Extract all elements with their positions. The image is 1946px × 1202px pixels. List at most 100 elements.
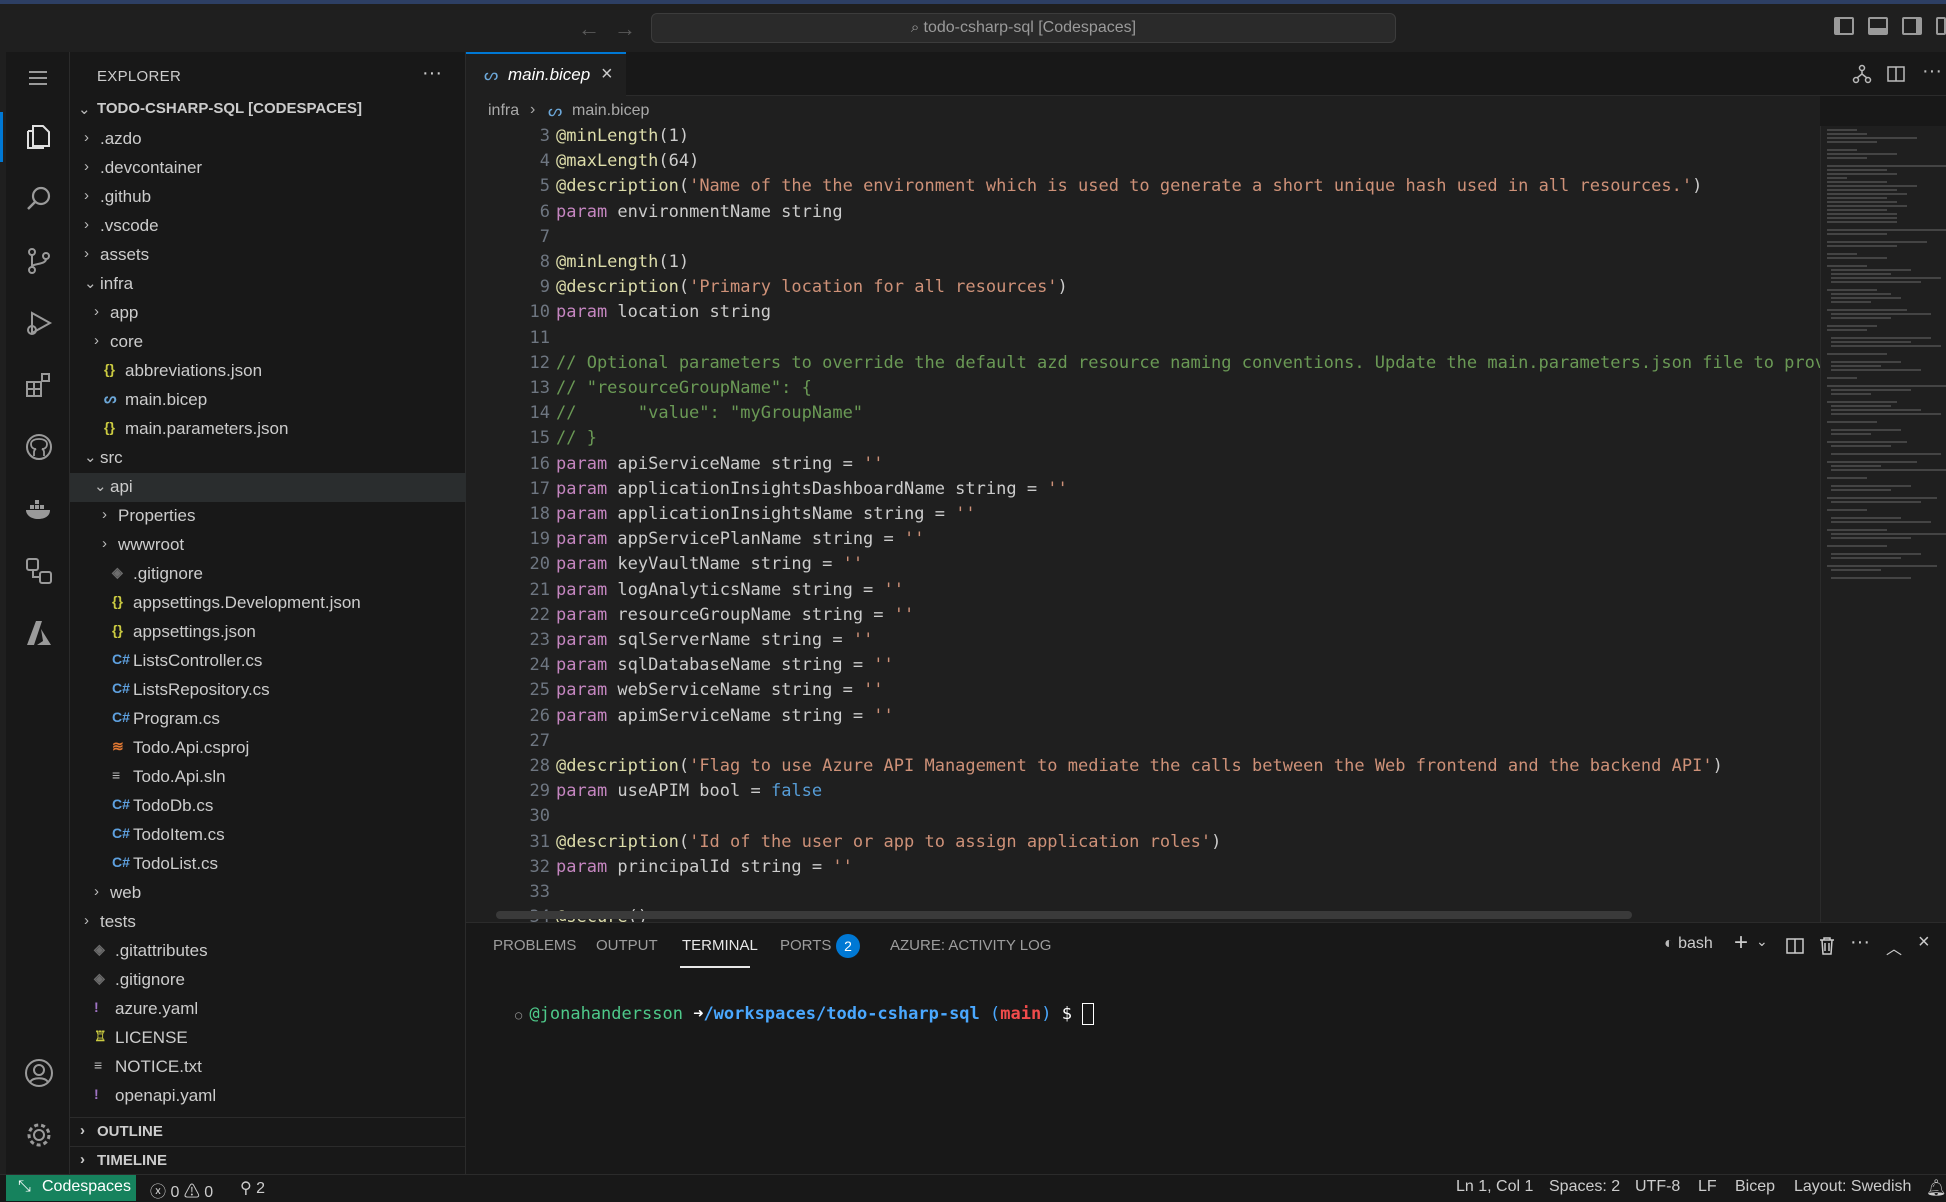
docker-icon[interactable] — [24, 494, 52, 522]
keyboard-layout[interactable]: Layout: Swedish — [1794, 1178, 1911, 1196]
extensions-icon[interactable] — [24, 370, 52, 398]
menu-icon[interactable] — [24, 64, 52, 92]
toggle-secondary-sidebar-icon[interactable] — [1902, 17, 1922, 35]
tree-file[interactable]: ≡ Todo.Api.sln — [70, 763, 466, 792]
tree-file[interactable]: ! azure.yaml — [70, 995, 466, 1024]
tree-folder[interactable]: › tests — [70, 908, 466, 937]
tree-folder[interactable]: ⌄ infra — [70, 270, 466, 299]
tree-file[interactable]: ≋ Todo.Api.csproj — [70, 734, 466, 763]
panel-more-icon[interactable]: ··· — [1850, 931, 1870, 954]
command-center-search[interactable]: ⌕ todo-csharp-sql [Codespaces] — [651, 13, 1396, 43]
tree-folder[interactable]: › core — [70, 328, 466, 357]
chevron-down-icon[interactable]: ⌄ — [1756, 933, 1768, 950]
chevron-down-icon: ⌄ — [94, 478, 107, 495]
tree-folder[interactable]: ⌄ api — [70, 473, 466, 502]
gear-icon[interactable] — [24, 1120, 52, 1148]
tab-azure-activity-log[interactable]: AZURE: ACTIVITY LOG — [890, 937, 1051, 954]
search-icon[interactable] — [24, 184, 52, 212]
outline-section[interactable]: › OUTLINE — [70, 1117, 466, 1146]
arrow-left-icon[interactable]: ← — [578, 16, 600, 42]
forwarded-ports-indicator[interactable]: ⚲ 2 — [240, 1178, 265, 1198]
tree-file[interactable]: ♖ LICENSE — [70, 1024, 466, 1053]
code-editor[interactable]: 3 @minLength(1) 4 @maxLength(64) 5 @descripti… — [466, 126, 1820, 922]
tree-folder[interactable]: › web — [70, 879, 466, 908]
json-file-icon: {} — [112, 593, 123, 609]
tree-file[interactable]: C# ListsRepository.cs — [70, 676, 466, 705]
close-panel-icon[interactable]: × — [1918, 931, 1930, 954]
encoding[interactable]: UTF-8 — [1635, 1178, 1680, 1196]
cursor-position[interactable]: Ln 1, Col 1 — [1456, 1178, 1533, 1196]
tab-problems[interactable]: PROBLEMS — [493, 937, 576, 954]
workspace-root[interactable]: ⌄ TODO-CSHARP-SQL [CODESPACES] — [70, 96, 466, 125]
tree-folder[interactable]: ⌄ src — [70, 444, 466, 473]
arrow-right-icon[interactable]: → — [614, 16, 636, 42]
tab-main-bicep[interactable]: ᔕ main.bicep × — [466, 52, 626, 96]
tree-file[interactable]: C# ListsController.cs — [70, 647, 466, 676]
tree-file[interactable]: ◈ .gitattributes — [70, 937, 466, 966]
problems-indicator[interactable]: ⓧ 0 ⚠ 0 — [150, 1178, 213, 1202]
tree-file[interactable]: ! openapi.yaml — [70, 1082, 466, 1111]
github-icon[interactable] — [24, 432, 52, 460]
indentation[interactable]: Spaces: 2 — [1549, 1178, 1620, 1196]
tree-file[interactable]: C# TodoDb.cs — [70, 792, 466, 821]
split-terminal-icon[interactable] — [1786, 937, 1804, 960]
source-control-icon[interactable] — [24, 246, 52, 274]
breadcrumb-folder[interactable]: infra — [488, 102, 519, 120]
tree-file[interactable]: ᔕ main.bicep — [70, 386, 466, 415]
tree-folder[interactable]: › assets — [70, 241, 466, 270]
tree-folder[interactable]: › wwwroot — [70, 531, 466, 560]
language-mode[interactable]: Bicep — [1735, 1178, 1775, 1196]
warning-icon: ⚠ — [183, 1184, 200, 1201]
toggle-primary-sidebar-icon[interactable] — [1834, 17, 1854, 35]
editor-more-icon[interactable]: ··· — [1922, 60, 1942, 83]
tree-folder[interactable]: › .azdo — [70, 125, 466, 154]
terminal-shell-selector[interactable]: ◐ bash — [1664, 935, 1713, 953]
new-terminal-icon[interactable]: + — [1734, 929, 1748, 957]
tree-file[interactable]: {} abbreviations.json — [70, 357, 466, 386]
remote-explorer-icon[interactable] — [24, 556, 52, 584]
tree-folder[interactable]: › Properties — [70, 502, 466, 531]
tree-file[interactable]: C# TodoItem.cs — [70, 821, 466, 850]
tree-folder[interactable]: › .devcontainer — [70, 154, 466, 183]
trash-icon[interactable] — [1818, 936, 1836, 961]
tree-file[interactable]: ◈ .gitignore — [70, 560, 466, 589]
tab-ports[interactable]: PORTS — [780, 937, 831, 954]
tree-file[interactable]: ◈ .gitignore — [70, 966, 466, 995]
source-control-graph-icon[interactable] — [1852, 64, 1872, 89]
azure-icon[interactable] — [24, 618, 52, 646]
breadcrumb-file[interactable]: main.bicep — [572, 102, 649, 120]
minimap[interactable] — [1820, 126, 1946, 922]
tree-file[interactable]: {} appsettings.json — [70, 618, 466, 647]
tree-folder[interactable]: › .github — [70, 183, 466, 212]
run-debug-icon[interactable] — [24, 308, 53, 336]
line-number: 26 — [529, 705, 550, 726]
toggle-panel-icon[interactable] — [1868, 17, 1888, 35]
end-of-line[interactable]: LF — [1698, 1178, 1717, 1196]
tree-folder[interactable]: › .vscode — [70, 212, 466, 241]
maximize-panel-icon[interactable]: ︿ — [1886, 935, 1902, 959]
remote-indicator[interactable]: ⤡ Codespaces — [6, 1175, 136, 1201]
code-token: param — [556, 680, 608, 701]
tree-file[interactable]: {} main.parameters.json — [70, 415, 466, 444]
active-indicator — [0, 112, 3, 162]
tree-file[interactable]: C# TodoList.cs — [70, 850, 466, 879]
tree-folder[interactable]: › app — [70, 299, 466, 328]
line-number: 23 — [529, 630, 550, 650]
horizontal-scrollbar[interactable] — [496, 911, 1632, 919]
explorer-icon[interactable] — [24, 122, 52, 150]
tree-file[interactable]: {} appsettings.Development.json — [70, 589, 466, 618]
tree-file[interactable]: C# Program.cs — [70, 705, 466, 734]
code-text: param useAPIM bool = false — [556, 781, 822, 801]
close-icon[interactable]: × — [601, 63, 613, 86]
bell-icon[interactable]: 🔔︎ — [1926, 1178, 1946, 1198]
tab-terminal[interactable]: TERMINAL — [682, 937, 758, 954]
account-icon[interactable] — [24, 1058, 53, 1087]
code-token: appServicePlanName string = — [607, 529, 904, 550]
timeline-section[interactable]: › TIMELINE — [70, 1146, 466, 1175]
tab-output[interactable]: OUTPUT — [596, 937, 658, 954]
customize-layout-icon[interactable] — [1936, 17, 1946, 35]
tree-file[interactable]: ≡ NOTICE.txt — [70, 1053, 466, 1082]
terminal-prompt[interactable]: ○ @jonahandersson ➜/workspaces/todo-csha… — [474, 983, 1095, 1045]
split-editor-icon[interactable] — [1886, 64, 1906, 89]
more-actions-icon[interactable]: ··· — [422, 62, 442, 85]
